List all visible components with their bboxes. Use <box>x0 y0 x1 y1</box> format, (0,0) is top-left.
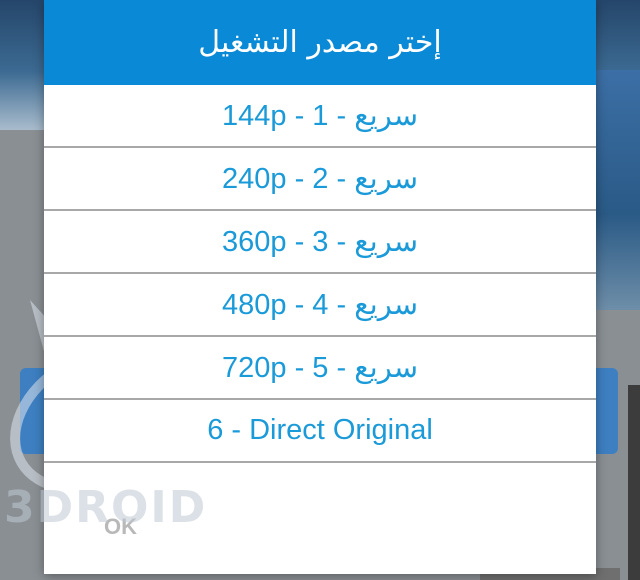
source-option-4[interactable]: سريع - 480p - 4 <box>44 274 596 337</box>
background-edge <box>628 385 640 580</box>
source-option-3[interactable]: سريع - 360p - 3 <box>44 211 596 274</box>
source-option-5[interactable]: سريع - 720p - 5 <box>44 337 596 400</box>
dialog-footer: OK <box>44 474 596 574</box>
option-label: سريع - 240p - 2 <box>222 163 418 195</box>
playback-source-dialog: إختر مصدر التشغيل سريع - 144p - 1 سريع -… <box>44 0 596 574</box>
option-label: سريع - 720p - 5 <box>222 352 418 384</box>
source-option-6[interactable]: 6 - Direct Original <box>44 400 596 463</box>
source-option-2[interactable]: سريع - 240p - 2 <box>44 148 596 211</box>
option-label: سريع - 144p - 1 <box>222 100 418 132</box>
option-label: سريع - 480p - 4 <box>222 289 418 321</box>
option-label: 6 - Direct Original <box>207 414 433 446</box>
option-label: سريع - 360p - 3 <box>222 226 418 258</box>
ok-button[interactable]: OK <box>104 514 137 540</box>
source-option-1[interactable]: سريع - 144p - 1 <box>44 85 596 148</box>
dialog-title: إختر مصدر التشغيل <box>198 25 442 60</box>
source-option-list: سريع - 144p - 1 سريع - 240p - 2 سريع - 3… <box>44 85 596 463</box>
background-poster <box>596 70 640 310</box>
dialog-header: إختر مصدر التشغيل <box>44 0 596 85</box>
